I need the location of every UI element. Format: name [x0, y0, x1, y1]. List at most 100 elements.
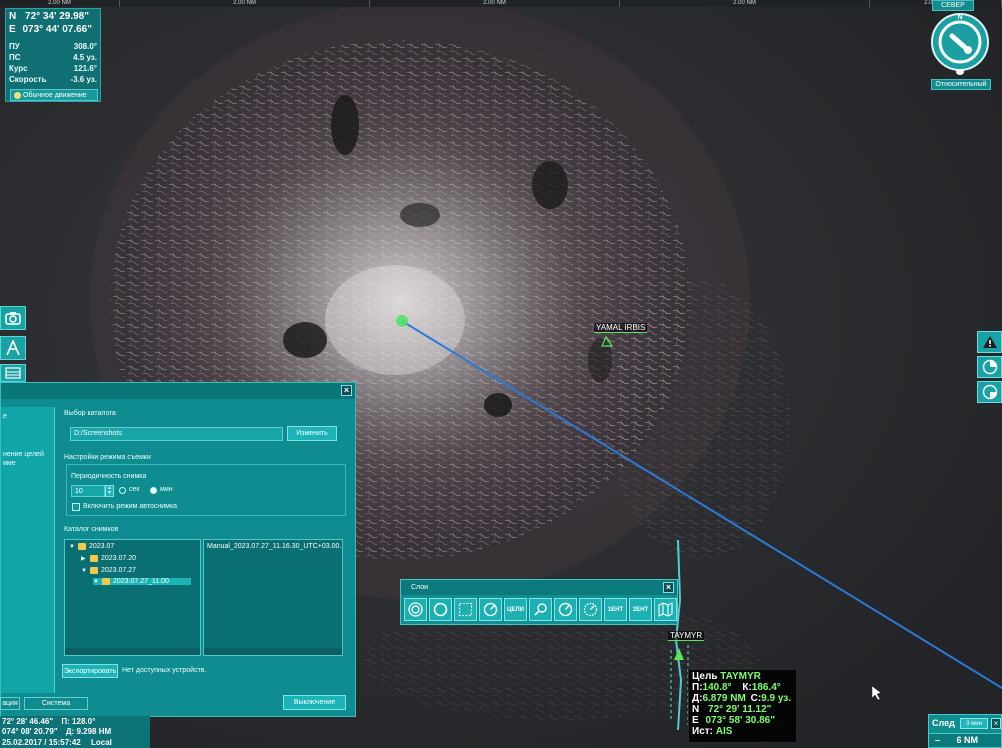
- distance-value: 9.298 НМ: [76, 727, 112, 736]
- nav-label: Курс: [9, 64, 28, 73]
- camera-button[interactable]: [0, 306, 26, 330]
- sector-icon: [982, 359, 997, 375]
- expand-icon: ▼: [93, 578, 99, 585]
- tab-navigation[interactable]: ация: [0, 697, 20, 710]
- nav-label: ПС: [9, 53, 21, 62]
- tree-item-selected[interactable]: ▼ 2023.07.27_11.00: [93, 578, 191, 585]
- trail-duration-select[interactable]: 3 мин: [960, 718, 988, 729]
- tree-label: 2023.07: [89, 543, 115, 550]
- seconds-radio[interactable]: [119, 487, 126, 494]
- latitude-readout: N 72° 34' 29.98": [9, 11, 89, 22]
- tree-item[interactable]: ▼ 2023.07.27: [81, 567, 136, 574]
- folder-icon: [78, 543, 86, 550]
- layer-ebl-button[interactable]: [554, 598, 577, 621]
- layer-zone-button[interactable]: [454, 598, 477, 621]
- scale-segment: 2.00 NM: [370, 0, 620, 7]
- close-icon[interactable]: ×: [341, 385, 352, 396]
- scale-segment: 2.00 NM: [620, 0, 870, 7]
- horizontal-scrollbar[interactable]: [204, 648, 342, 655]
- own-ship-position-panel: N 72° 34' 29.98" E 073° 44' 07.66" ПУ 30…: [5, 8, 101, 102]
- datetime-row: 25.02.2017 / 15:57:42 Local: [2, 738, 112, 747]
- folder-tree[interactable]: ▼ 2023.07 ▶ 2023.07.20 ▼ 2023.07.27 ▼ 2023.0…: [64, 539, 201, 656]
- tree-item[interactable]: ▶ 2023.07.20: [81, 555, 136, 562]
- target-name: TAYMYR: [720, 671, 761, 682]
- close-icon[interactable]: ×: [991, 718, 1001, 729]
- cursor-status-panel: 72° 28' 46.46" П: 128.0° 074° 08' 20.79"…: [0, 716, 150, 748]
- relative-motion-tab[interactable]: Относительный: [931, 79, 991, 90]
- change-path-button[interactable]: Изменить: [287, 426, 337, 441]
- nav-label: Скорость: [9, 75, 47, 84]
- layer-1ent-button[interactable]: 1ЕНТ: [604, 598, 627, 621]
- target-name-row: Цель TAYMYR: [692, 671, 761, 682]
- north-up-tab[interactable]: СЕВЕР: [932, 0, 974, 11]
- period-input[interactable]: 10: [71, 485, 105, 497]
- vessel-label-yamal[interactable]: YAMAL IRBIS: [594, 323, 648, 333]
- target-name-label: Цель: [692, 671, 718, 682]
- file-list[interactable]: Manual_2023.07.27_11.16.30_UTC+03.00.: [203, 539, 343, 656]
- target-source-row: Ист: AIS: [692, 726, 732, 737]
- longitude-readout: E 073° 44' 07.66": [9, 24, 92, 35]
- layer-map-button[interactable]: [654, 598, 677, 621]
- range-selector[interactable]: – 6 NM: [928, 733, 1002, 748]
- target-e: 073° 58' 30.86": [705, 715, 775, 726]
- datetime: 25.02.2017 / 15:57:42: [2, 738, 81, 747]
- export-button[interactable]: Экспортировать: [62, 664, 118, 678]
- folder-icon: [90, 567, 98, 574]
- cursor-lon-row: 074° 08' 20.79" Д: 9.298 НМ: [2, 727, 111, 736]
- minutes-radio[interactable]: [150, 487, 157, 494]
- snapshots-heading: Каталог снимков: [64, 526, 119, 533]
- menu-item[interactable]: е: [3, 413, 7, 420]
- latitude-value: 72° 34' 29.98": [25, 11, 89, 22]
- target-src: AIS: [715, 726, 733, 737]
- minutes-label: мин: [160, 486, 173, 493]
- warning-icon: [982, 336, 997, 348]
- motion-mode-button[interactable]: Обычное движение: [10, 89, 98, 101]
- auto-snapshot-checkbox[interactable]: [72, 503, 80, 511]
- horizontal-scrollbar[interactable]: [65, 648, 200, 655]
- compass-north-letter: N: [957, 14, 962, 21]
- layer-search-button[interactable]: [529, 598, 552, 621]
- path-field[interactable]: D:/Screenshots: [70, 427, 283, 441]
- period-stepper[interactable]: ▲ ▼: [105, 485, 114, 497]
- tree-item[interactable]: ▼ 2023.07: [69, 543, 114, 550]
- expand-icon: ▼: [81, 567, 87, 574]
- layer-dial-button[interactable]: [579, 598, 602, 621]
- layer-vrm-button[interactable]: [479, 598, 502, 621]
- trail-label: След: [932, 718, 955, 728]
- period-label: Периодичность снимка: [71, 473, 147, 480]
- sector-button-2[interactable]: [977, 381, 1002, 403]
- nav-row-heading: ПУ 308.0°: [9, 42, 97, 51]
- rings-icon: [408, 602, 423, 617]
- range-decrease-icon[interactable]: –: [935, 735, 940, 745]
- file-item[interactable]: Manual_2023.07.27_11.16.30_UTC+03.00.: [207, 543, 341, 550]
- target-src-label: Ист:: [692, 726, 713, 737]
- sector-button[interactable]: [977, 356, 1002, 378]
- target-lon-row: E 073° 58' 30.86": [692, 715, 775, 726]
- layers-toolbar: Слои × ЦЕЛИ 1ЕНТ 2ЕНТ: [400, 579, 678, 625]
- menu-item-targets[interactable]: нение целей: [3, 451, 44, 458]
- camera-icon: [5, 312, 21, 325]
- alarm-button[interactable]: [977, 331, 1002, 353]
- layer-2ent-button[interactable]: 2ЕНТ: [629, 598, 652, 621]
- vessel-label-taymyr[interactable]: TAYMYR: [668, 631, 705, 641]
- latitude-hemisphere: N: [9, 11, 17, 22]
- cursor-lon: 074° 08' 20.79": [2, 727, 58, 736]
- menu-item[interactable]: име: [3, 460, 16, 467]
- tab-system[interactable]: Система: [24, 697, 88, 710]
- layer-rings-button[interactable]: [404, 598, 427, 621]
- shutdown-button[interactable]: Выключение: [283, 695, 346, 710]
- table-button[interactable]: [0, 364, 26, 382]
- target-lat-row: N 72° 29' 11.12": [692, 704, 771, 715]
- map-icon: [658, 602, 673, 617]
- compass-icon[interactable]: N: [930, 12, 990, 72]
- close-icon[interactable]: ×: [663, 582, 674, 593]
- layer-circle-button[interactable]: [429, 598, 452, 621]
- nav-label: ПУ: [9, 42, 20, 51]
- route-button[interactable]: [0, 336, 26, 360]
- collapse-icon: ▶: [81, 556, 86, 562]
- range-value: 6 NM: [956, 735, 979, 745]
- vrm-icon: [483, 602, 498, 617]
- bearing-label: П:: [61, 717, 70, 726]
- target-n-label: N: [692, 704, 700, 715]
- layer-targets-button[interactable]: ЦЕЛИ: [504, 598, 527, 621]
